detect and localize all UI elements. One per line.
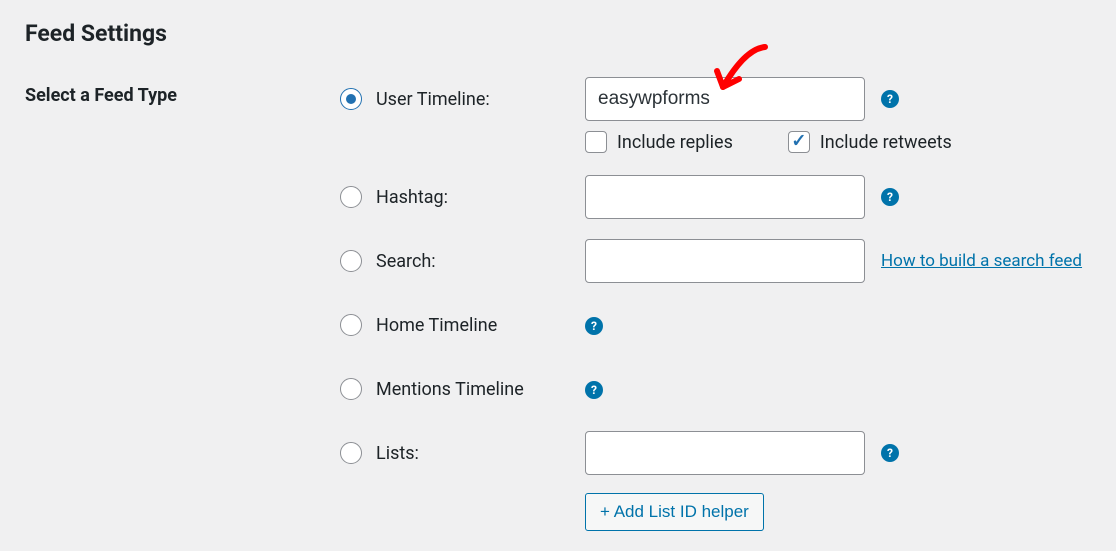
checkbox-include-replies[interactable] [585, 131, 607, 153]
option-hashtag: Hashtag: ? [340, 175, 1091, 219]
radio-lists[interactable] [340, 442, 362, 464]
label-include-retweets: Include retweets [820, 132, 952, 153]
radio-user-timeline[interactable] [340, 88, 362, 110]
option-home-timeline: Home Timeline ? [340, 303, 1091, 347]
input-hashtag[interactable] [585, 175, 865, 219]
option-lists: Lists: ? [340, 431, 1091, 475]
input-search[interactable] [585, 239, 865, 283]
option-user-timeline: User Timeline: ? [340, 77, 1091, 121]
label-search: Search: [376, 251, 436, 272]
button-add-list-helper[interactable]: + Add List ID helper [585, 493, 764, 531]
help-icon[interactable]: ? [881, 188, 899, 206]
link-search-help[interactable]: How to build a search feed [881, 251, 1082, 271]
section-label: Select a Feed Type [25, 77, 340, 106]
checkbox-include-retweets[interactable] [788, 131, 810, 153]
radio-search[interactable] [340, 250, 362, 272]
label-home-timeline: Home Timeline [376, 315, 497, 336]
page-heading: Feed Settings [25, 20, 1091, 47]
label-include-replies: Include replies [617, 132, 733, 153]
radio-home-timeline[interactable] [340, 314, 362, 336]
help-icon[interactable]: ? [881, 444, 899, 462]
lists-helper-wrap: + Add List ID helper [585, 485, 1091, 531]
input-lists[interactable] [585, 431, 865, 475]
label-hashtag: Hashtag: [376, 187, 448, 208]
radio-hashtag[interactable] [340, 186, 362, 208]
help-icon[interactable]: ? [881, 90, 899, 108]
option-search: Search: How to build a search feed [340, 239, 1091, 283]
label-user-timeline: User Timeline: [376, 89, 490, 110]
label-mentions-timeline: Mentions Timeline [376, 379, 524, 400]
help-icon[interactable]: ? [585, 381, 603, 399]
user-timeline-suboptions: Include replies Include retweets [585, 131, 1091, 153]
input-user-timeline[interactable] [585, 77, 865, 121]
feed-type-section: Select a Feed Type User Timeline: ? Incl… [25, 77, 1091, 531]
help-icon[interactable]: ? [585, 317, 603, 335]
radio-mentions-timeline[interactable] [340, 378, 362, 400]
option-mentions-timeline: Mentions Timeline ? [340, 367, 1091, 411]
label-lists: Lists: [376, 443, 419, 464]
